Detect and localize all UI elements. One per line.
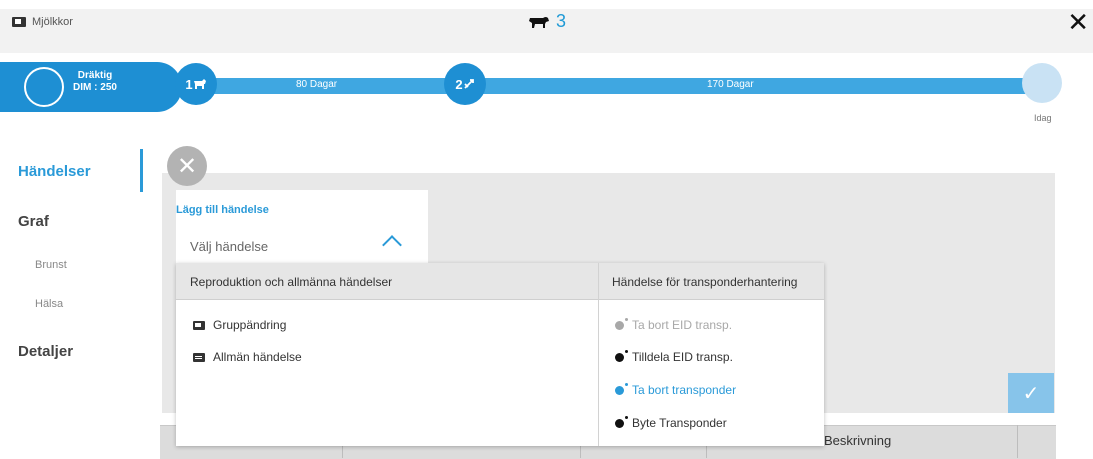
- dropdown-item-label: Tilldela EID transp.: [632, 350, 733, 364]
- confirm-button[interactable]: ✓: [1008, 373, 1054, 413]
- nav-item-details[interactable]: Detaljer: [18, 343, 73, 360]
- animal-count-value: 3: [556, 11, 567, 31]
- column-header-description[interactable]: Beskrivning: [824, 433, 891, 448]
- dropdown-divider: [598, 263, 599, 446]
- nav-item-health[interactable]: Hälsa: [35, 298, 63, 310]
- ear-tag-icon: [615, 349, 628, 362]
- timeline-node-2[interactable]: 2: [444, 63, 486, 105]
- ear-tag-icon: [615, 317, 628, 330]
- node1-number: 1: [185, 76, 193, 92]
- segment1-label: 80 Dagar: [296, 79, 338, 90]
- dropdown-item-assign-eid[interactable]: Tilldela EID transp.: [615, 349, 733, 364]
- cow-icon: [529, 16, 549, 28]
- insemination-icon: [463, 79, 474, 89]
- dropdown-item-change-transponder[interactable]: Byte Transponder: [615, 415, 727, 430]
- dropdown-col1-header: Reproduktion och allmänna händelser: [190, 275, 393, 289]
- event-select-value: Välj händelse: [190, 238, 269, 254]
- dropdown-item-label: Byte Transponder: [632, 416, 727, 430]
- status-line1: Dräktig: [77, 70, 113, 81]
- dropdown-col2-header: Händelse för transponderhantering: [612, 275, 798, 289]
- dropdown-item-remove-eid[interactable]: Ta bort EID transp.: [615, 317, 733, 332]
- dropdown-item-label: Allmän händelse: [213, 350, 302, 364]
- dropdown-item-general-event[interactable]: Allmän händelse: [193, 350, 302, 364]
- table-col-divider: [1017, 425, 1018, 458]
- dropdown-item-label: Gruppändring: [213, 318, 287, 332]
- dropdown-item-label: Ta bort EID transp.: [632, 318, 733, 332]
- status-line2: DIM : 250: [73, 82, 117, 93]
- nav-item-heat[interactable]: Brunst: [35, 259, 67, 271]
- nav-item-events[interactable]: Händelser: [18, 163, 91, 180]
- group-label: Mjölkkor: [32, 16, 73, 28]
- animal-count: 3: [528, 11, 566, 32]
- dropdown-item-group-change[interactable]: Gruppändring: [193, 318, 286, 332]
- event-select[interactable]: Välj händelse: [176, 231, 411, 261]
- timeline-today-node[interactable]: [1022, 63, 1062, 103]
- group-tag: Mjölkkor: [12, 13, 73, 31]
- dropdown-item-remove-transponder[interactable]: Ta bort transponder: [615, 382, 737, 397]
- status-circle-icon: [24, 67, 64, 107]
- message-icon: [193, 352, 205, 362]
- nav-active-indicator: [140, 149, 143, 192]
- dropdown-item-label: Ta bort transponder: [632, 383, 737, 397]
- add-event-label: Lägg till händelse: [176, 204, 269, 216]
- status-label: Dräktig DIM : 250: [66, 70, 124, 94]
- ear-tag-icon: [615, 415, 628, 428]
- ear-tag-icon: [615, 382, 628, 395]
- group-change-icon: [193, 320, 205, 330]
- timeline-node-1[interactable]: 1: [175, 63, 217, 105]
- segment2-label: 170 Dagar: [707, 79, 754, 90]
- cancel-button[interactable]: ✕: [167, 146, 207, 186]
- nav-item-graph[interactable]: Graf: [18, 213, 49, 230]
- today-label: Idag: [1034, 113, 1052, 123]
- close-button[interactable]: ✕: [1067, 8, 1089, 36]
- node2-number: 2: [455, 76, 463, 92]
- group-icon: [12, 17, 26, 27]
- calving-icon: [193, 79, 206, 89]
